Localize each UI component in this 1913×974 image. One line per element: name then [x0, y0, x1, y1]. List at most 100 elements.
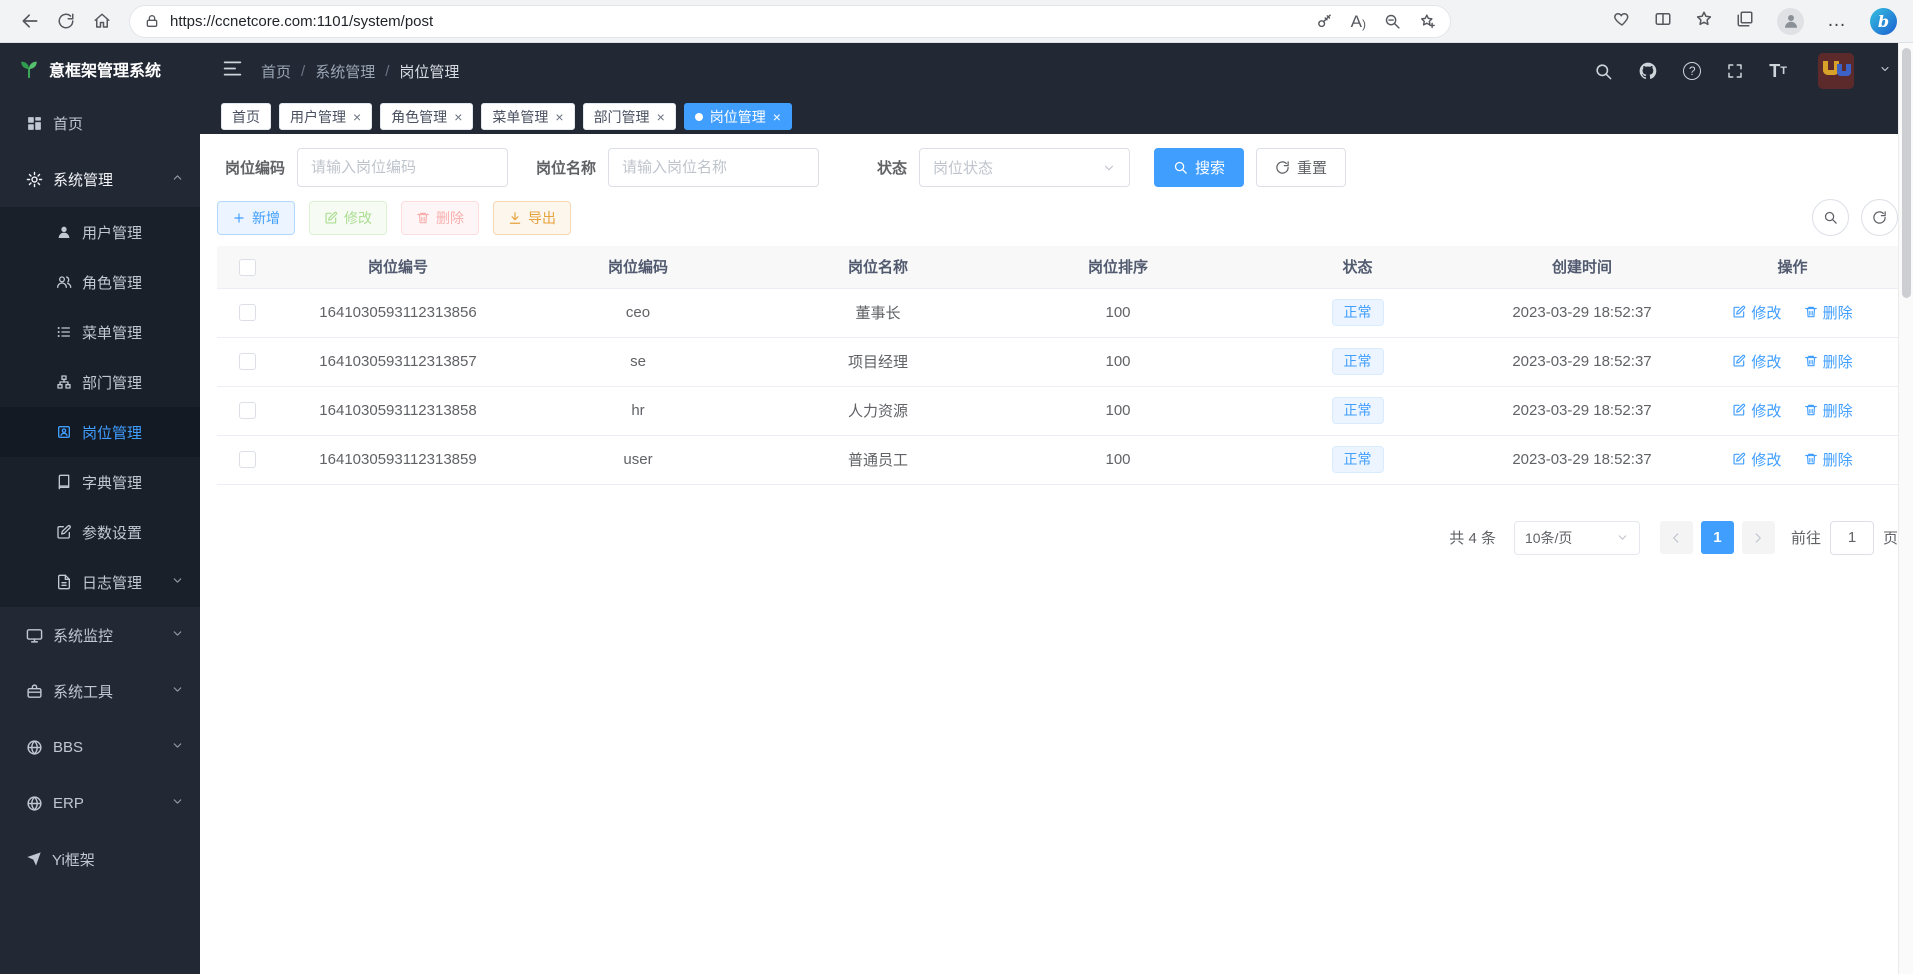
- browser-essentials-icon[interactable]: [1613, 10, 1631, 33]
- sidebar-item-yi-framework[interactable]: Yi框架: [0, 831, 200, 887]
- row-checkbox[interactable]: [239, 353, 256, 370]
- sidebar-item-system-tools[interactable]: 系统工具: [0, 663, 200, 719]
- bing-copilot-icon[interactable]: b: [1870, 8, 1897, 35]
- post-name-input[interactable]: [608, 148, 819, 187]
- collections-icon[interactable]: [1736, 10, 1754, 33]
- goto-label: 前往: [1791, 527, 1821, 548]
- goto-page: 前往 页: [1791, 521, 1898, 555]
- sidebar-item-post-management[interactable]: 岗位管理: [0, 407, 200, 457]
- home-button[interactable]: [84, 4, 120, 38]
- row-edit-link[interactable]: 修改: [1732, 351, 1781, 372]
- add-button[interactable]: 新增: [217, 201, 295, 235]
- sidebar-item-department-management[interactable]: 部门管理: [0, 357, 200, 407]
- row-delete-link[interactable]: 删除: [1804, 400, 1853, 421]
- breadcrumb-home[interactable]: 首页: [261, 61, 291, 82]
- scrollbar-thumb[interactable]: [1902, 48, 1911, 298]
- row-checkbox[interactable]: [239, 451, 256, 468]
- page-scrollbar[interactable]: [1898, 43, 1913, 974]
- prev-page-button[interactable]: [1660, 521, 1693, 554]
- zoom-out-icon[interactable]: [1384, 13, 1401, 30]
- app-header: 首页 / 系统管理 / 岗位管理 ? TT: [200, 43, 1913, 99]
- tab-post-management[interactable]: 岗位管理 ×: [684, 103, 792, 130]
- header-search-icon[interactable]: [1594, 62, 1613, 81]
- sidebar-item-label: 日志管理: [82, 572, 142, 593]
- sidebar-item-user-management[interactable]: 用户管理: [0, 207, 200, 257]
- sidebar-item-role-management[interactable]: 角色管理: [0, 257, 200, 307]
- favorites-star-icon[interactable]: [1695, 10, 1713, 33]
- goto-page-input[interactable]: [1830, 521, 1874, 555]
- sidebar-item-log-management[interactable]: 日志管理: [0, 557, 200, 607]
- sidebar-item-system-management[interactable]: 系统管理: [0, 151, 200, 207]
- row-delete-link[interactable]: 删除: [1804, 302, 1853, 323]
- favorite-add-star-icon[interactable]: [1419, 13, 1436, 30]
- back-button[interactable]: [12, 4, 48, 38]
- chevron-down-icon: [171, 627, 184, 644]
- tab-department-management[interactable]: 部门管理 ×: [583, 103, 676, 130]
- status-badge: 正常: [1332, 446, 1384, 473]
- user-avatar[interactable]: [1818, 53, 1854, 89]
- font-size-icon[interactable]: TT: [1769, 62, 1787, 80]
- sidebar-toggle-icon[interactable]: [222, 58, 243, 84]
- row-delete-link[interactable]: 删除: [1804, 449, 1853, 470]
- edit-icon: [1732, 403, 1746, 417]
- chevron-down-icon: [171, 795, 184, 812]
- tab-menu-management[interactable]: 菜单管理 ×: [481, 103, 574, 130]
- breadcrumb-system[interactable]: 系统管理: [315, 61, 375, 82]
- tab-close-icon[interactable]: ×: [353, 110, 361, 124]
- delete-button[interactable]: 删除: [401, 201, 479, 235]
- tab-role-management[interactable]: 角色管理 ×: [380, 103, 473, 130]
- reset-refresh-icon: [1275, 160, 1290, 175]
- sidebar-item-system-monitoring[interactable]: 系统监控: [0, 607, 200, 663]
- tab-user-management[interactable]: 用户管理 ×: [279, 103, 372, 130]
- reset-button[interactable]: 重置: [1256, 148, 1346, 187]
- edit-button[interactable]: 修改: [309, 201, 387, 235]
- tab-close-icon[interactable]: ×: [555, 110, 563, 124]
- tab-close-icon[interactable]: ×: [454, 110, 462, 124]
- row-edit-link[interactable]: 修改: [1732, 302, 1781, 323]
- sidebar-item-bbs[interactable]: BBS: [0, 719, 200, 775]
- select-all-checkbox[interactable]: [239, 259, 256, 276]
- table-row: 1641030593112313857 se 项目经理 100 正常 2023-…: [217, 337, 1898, 386]
- sidebar-item-erp[interactable]: ERP: [0, 775, 200, 831]
- sidebar-item-home[interactable]: 首页: [0, 95, 200, 151]
- sidebar-item-dictionary-management[interactable]: 字典管理: [0, 457, 200, 507]
- page-size-select[interactable]: 10条/页: [1514, 521, 1640, 555]
- row-delete-link[interactable]: 删除: [1804, 351, 1853, 372]
- sidebar-item-parameter-settings[interactable]: 参数设置: [0, 507, 200, 557]
- page-number-1[interactable]: 1: [1701, 521, 1734, 554]
- read-aloud-icon[interactable]: A): [1351, 13, 1366, 30]
- row-checkbox[interactable]: [239, 402, 256, 419]
- next-page-button[interactable]: [1742, 521, 1775, 554]
- fullscreen-icon[interactable]: [1726, 62, 1744, 80]
- show-search-toggle-button[interactable]: [1812, 199, 1849, 236]
- avatar-caret-down-icon[interactable]: [1879, 62, 1891, 80]
- split-screen-icon[interactable]: [1654, 10, 1672, 33]
- address-bar[interactable]: https://ccnetcore.com:1101/system/post A…: [130, 6, 1450, 37]
- status-select[interactable]: 岗位状态: [919, 148, 1130, 187]
- search-button[interactable]: 搜索: [1154, 148, 1244, 187]
- password-key-icon[interactable]: [1316, 13, 1333, 30]
- help-icon[interactable]: ?: [1683, 62, 1701, 80]
- tab-home[interactable]: 首页: [221, 103, 271, 130]
- github-icon[interactable]: [1638, 61, 1658, 81]
- cell-post-id: 1641030593112313859: [278, 435, 518, 484]
- breadcrumb-separator: /: [301, 63, 305, 80]
- row-edit-link[interactable]: 修改: [1732, 449, 1781, 470]
- export-button[interactable]: 导出: [493, 201, 571, 235]
- tab-close-icon[interactable]: ×: [657, 110, 665, 124]
- search-icon: [1173, 160, 1188, 175]
- row-edit-link[interactable]: 修改: [1732, 400, 1781, 421]
- post-code-input[interactable]: [297, 148, 508, 187]
- table-row: 1641030593112313858 hr 人力资源 100 正常 2023-…: [217, 386, 1898, 435]
- refresh-button[interactable]: [48, 4, 84, 38]
- person-icon: [1782, 12, 1800, 30]
- tab-close-icon[interactable]: ×: [773, 110, 781, 124]
- active-tab-dot: [695, 113, 703, 121]
- cell-post-name: 项目经理: [758, 337, 998, 386]
- profile-avatar[interactable]: [1777, 8, 1804, 35]
- refresh-table-button[interactable]: [1861, 199, 1898, 236]
- row-checkbox[interactable]: [239, 304, 256, 321]
- settings-menu-icon[interactable]: …: [1827, 10, 1847, 32]
- sidebar-item-menu-management[interactable]: 菜单管理: [0, 307, 200, 357]
- site-info-lock-icon[interactable]: [144, 13, 160, 29]
